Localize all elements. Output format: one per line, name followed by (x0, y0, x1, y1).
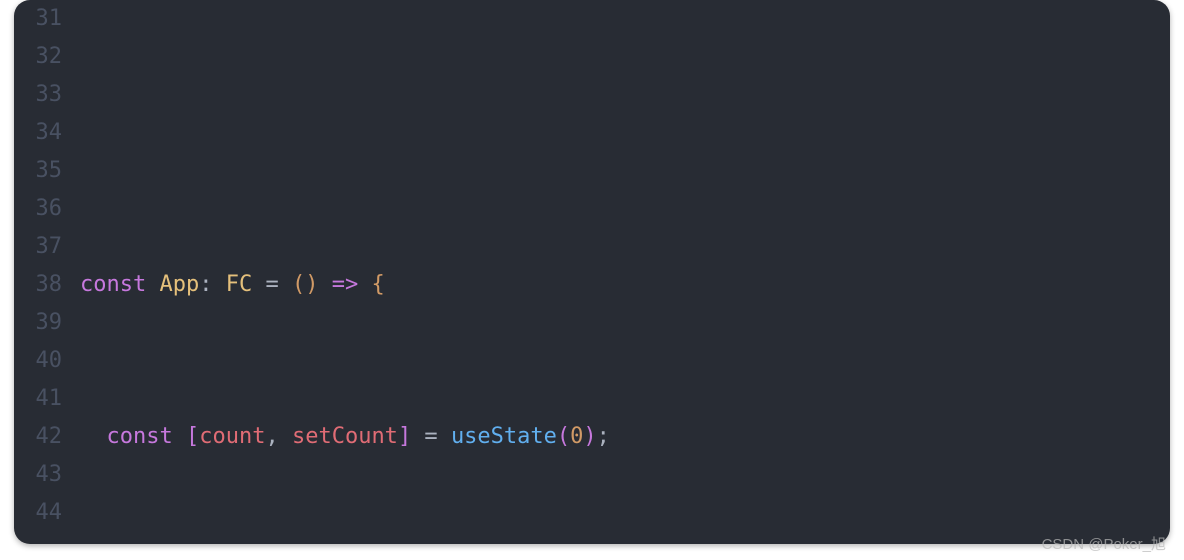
number-zero: 0 (570, 418, 583, 456)
brace-open: { (371, 266, 384, 304)
line-number: 40 (26, 342, 62, 380)
paren-close: ) (583, 418, 596, 456)
line-number: 32 (26, 38, 62, 76)
keyword-const: const (80, 266, 146, 304)
line-number: 34 (26, 114, 62, 152)
watermark-text: CSDN @Poker_旭 (1042, 533, 1166, 554)
identifier-count: count (199, 418, 265, 456)
comma: , (265, 418, 292, 456)
line-number: 39 (26, 304, 62, 342)
identifier-app: App (159, 266, 199, 304)
equals: = (252, 266, 292, 304)
line-number: 33 (26, 76, 62, 114)
keyword-const: const (107, 418, 173, 456)
type-fc: FC (226, 266, 253, 304)
line-number-gutter: 31 32 33 34 35 36 37 38 39 40 41 42 43 4… (14, 0, 80, 544)
code-area[interactable]: const App: FC = () => { const [count, se… (80, 0, 1170, 544)
line-number: 31 (26, 0, 62, 38)
semicolon: ; (597, 418, 610, 456)
arrow: => (318, 266, 371, 304)
line-number: 41 (26, 380, 62, 418)
equals: = (411, 418, 451, 456)
line-number: 43 (26, 456, 62, 494)
identifier-setcount: setCount (292, 418, 398, 456)
line-number: 36 (26, 190, 62, 228)
paren-close: ) (305, 266, 318, 304)
line-number: 42 (26, 418, 62, 456)
paren-open: ( (292, 266, 305, 304)
line-number: 35 (26, 152, 62, 190)
func-usestate: useState (451, 418, 557, 456)
line-number: 38 (26, 266, 62, 304)
line-number: 44 (26, 494, 62, 532)
code-line[interactable] (80, 114, 1170, 152)
code-line[interactable]: const App: FC = () => { (80, 266, 1170, 304)
bracket-open: [ (186, 418, 199, 456)
code-line[interactable]: const [count, setCount] = useState(0); (80, 418, 1170, 456)
paren-open: ( (557, 418, 570, 456)
bracket-close: ] (398, 418, 411, 456)
code-editor[interactable]: 31 32 33 34 35 36 37 38 39 40 41 42 43 4… (14, 0, 1170, 544)
line-number: 37 (26, 228, 62, 266)
colon: : (199, 266, 226, 304)
